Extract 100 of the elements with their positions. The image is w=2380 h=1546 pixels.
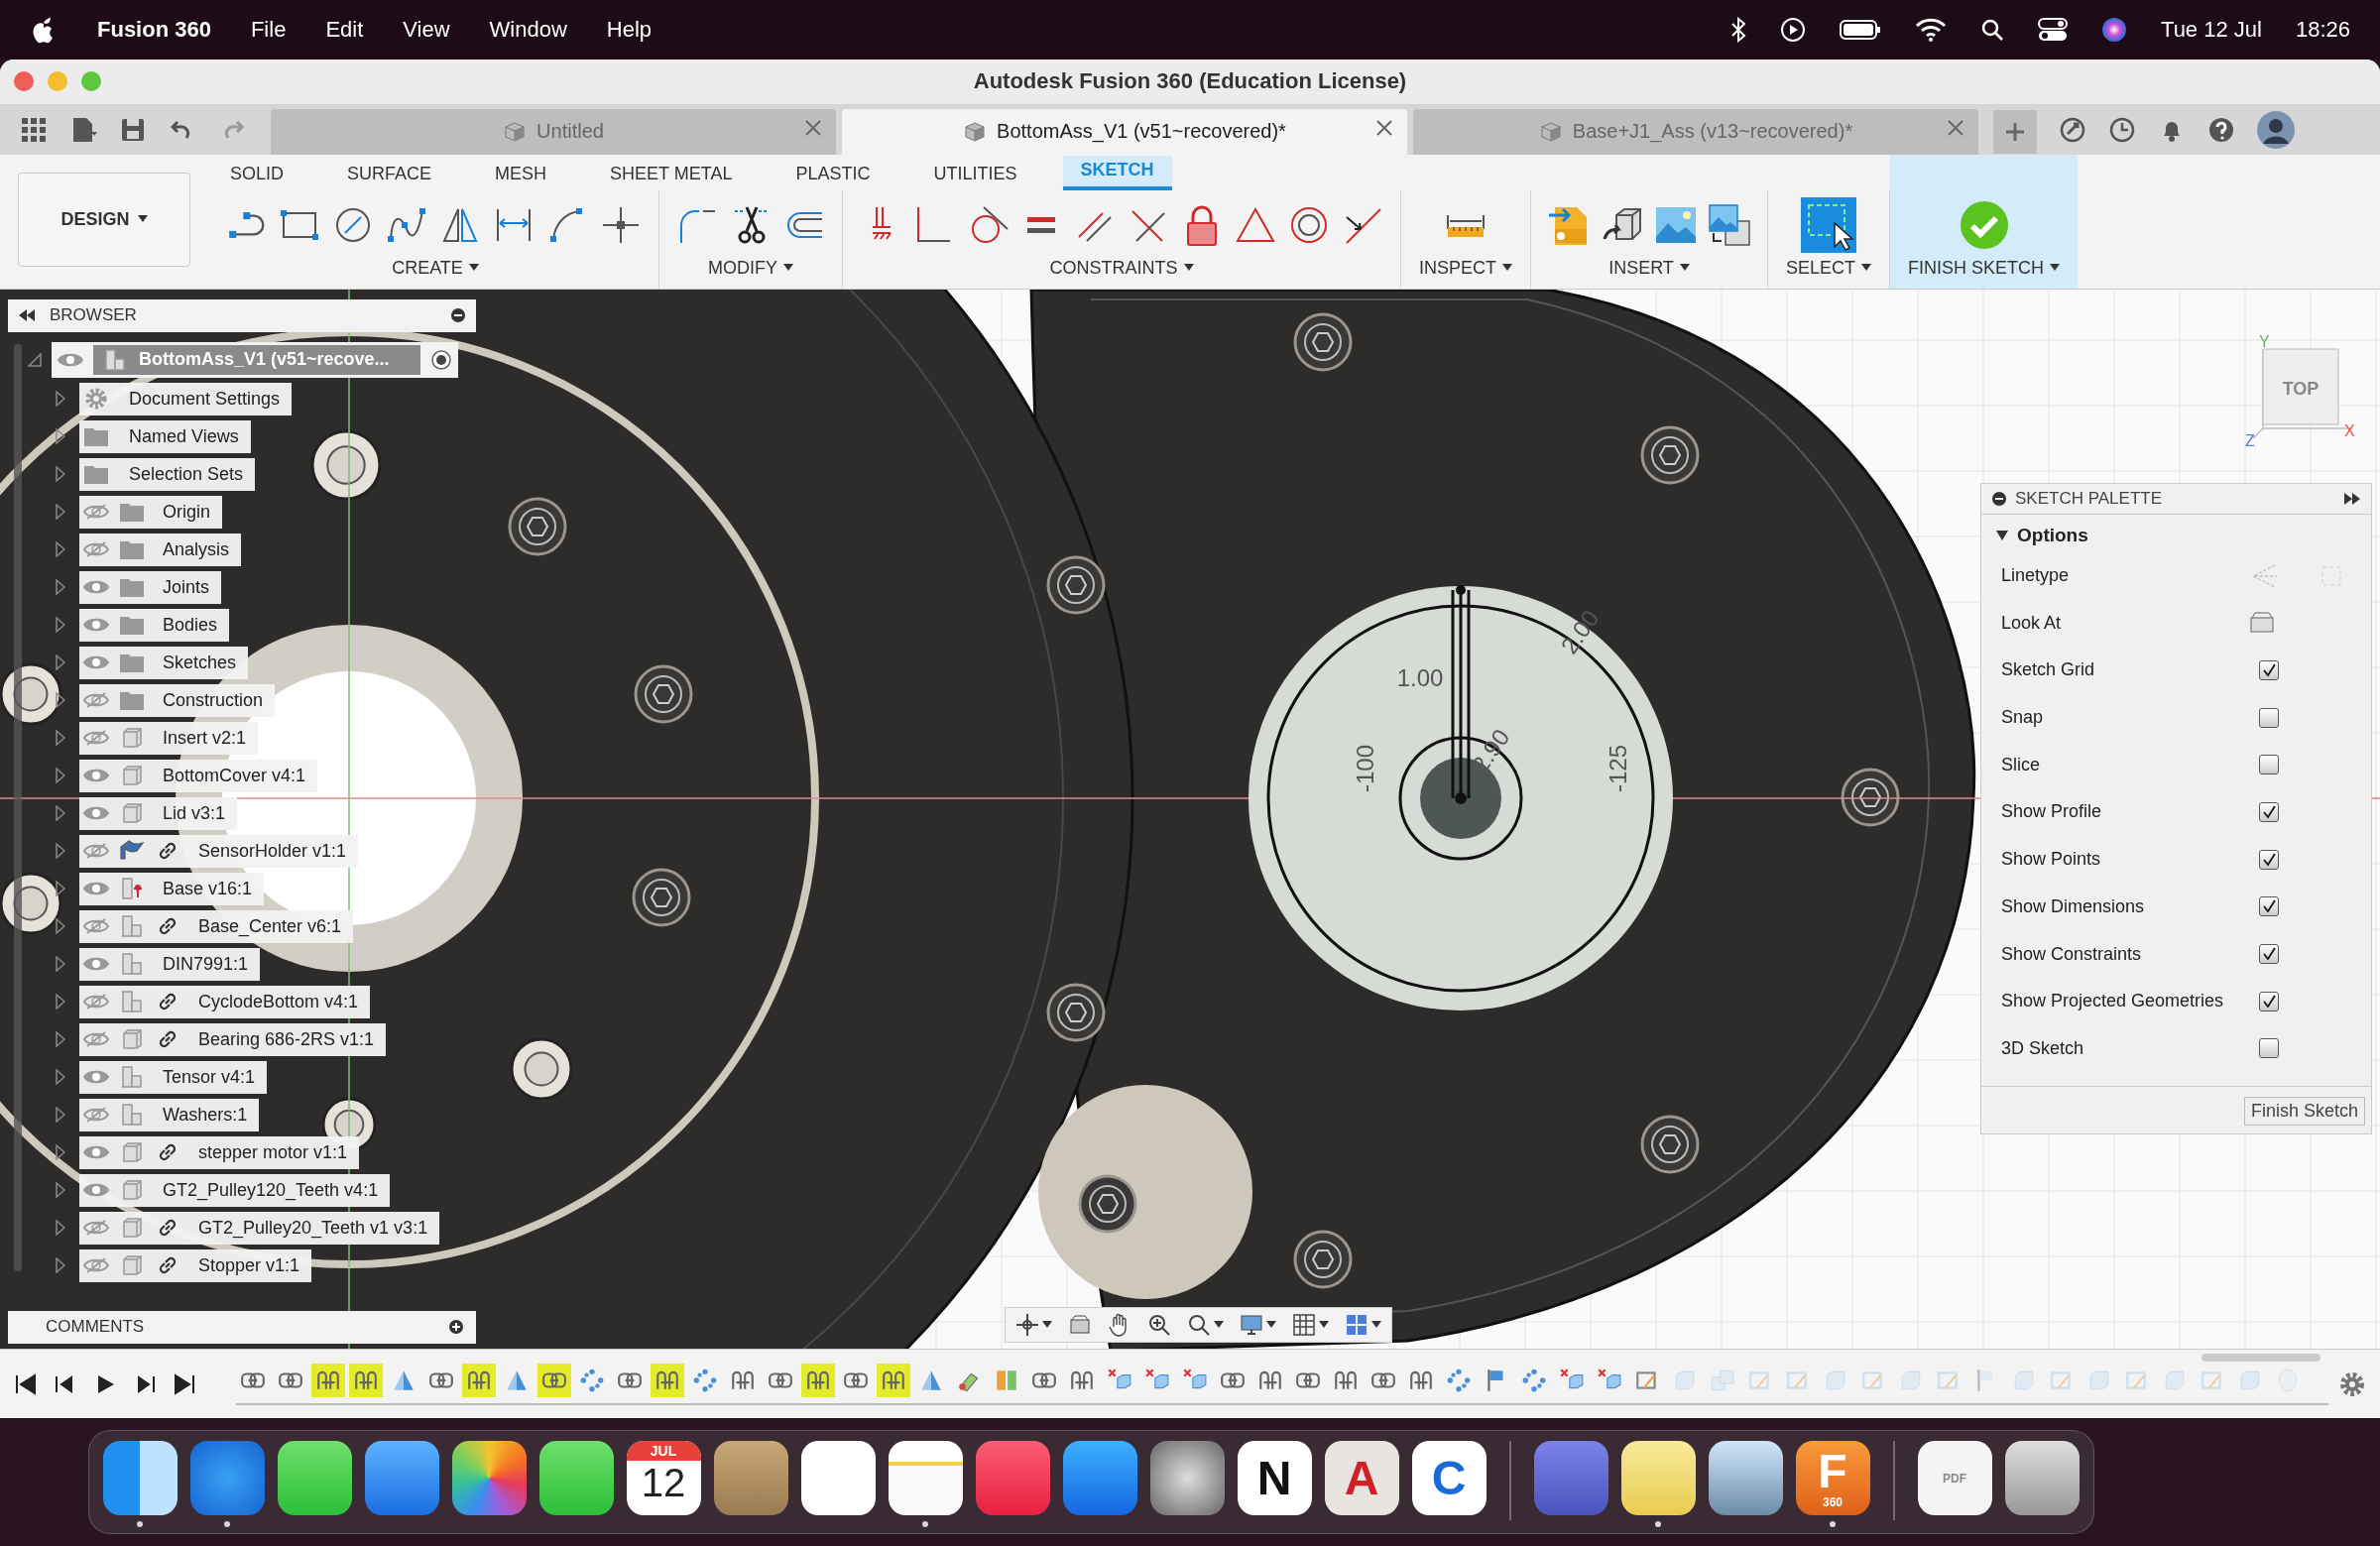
menu-item[interactable]: Edit <box>325 17 364 43</box>
node-label: SensorHolder v1:1 <box>197 840 347 862</box>
option-label: 3D Sketch <box>2001 1037 2085 1059</box>
browser-node[interactable]: Origin <box>79 495 222 529</box>
browser-node[interactable]: GT2_Pulley20_Teeth v1 v3:1 <box>79 1211 440 1245</box>
node-label: Named Views <box>128 425 239 447</box>
ribbon-tab[interactable]: UTILITIES <box>915 159 1035 190</box>
node-label: Analysis <box>162 538 230 560</box>
menu-item[interactable]: View <box>403 17 450 43</box>
calendar-month: JUL <box>626 1441 701 1461</box>
browser-node[interactable]: Sketches <box>79 646 249 679</box>
app-logo-letter: C <box>1431 1454 1467 1502</box>
browser-node[interactable]: Named Views <box>79 419 251 453</box>
ribbon-tab[interactable]: SHEET METAL <box>592 159 751 190</box>
browser-node[interactable]: Analysis <box>79 533 242 566</box>
browser-node[interactable]: Base_Center v6:1 <box>79 909 354 943</box>
dock-app-icon[interactable]: C <box>1411 1441 1487 1515</box>
dock-app-icon[interactable]: A <box>1324 1441 1399 1515</box>
node-label: Construction <box>162 689 264 711</box>
options-section-toggle[interactable]: Options <box>1981 514 2371 552</box>
browser-node[interactable]: GT2_Pulley120_Teeth v4:1 <box>79 1173 391 1207</box>
node-label: GT2_Pulley120_Teeth v4:1 <box>162 1179 379 1201</box>
browser-node[interactable]: CyclodeBottom v4:1 <box>79 985 371 1018</box>
ribbon-tab[interactable]: SURFACE <box>329 159 450 190</box>
browser-node[interactable]: Stopper v1:1 <box>79 1249 312 1282</box>
menu-item[interactable]: Help <box>606 17 653 43</box>
ribbon-group-menu[interactable]: CREATE <box>388 255 483 281</box>
browser-node[interactable]: BottomCover v4:1 <box>79 759 318 792</box>
node-label: Lid v3:1 <box>162 802 226 824</box>
browser-node[interactable]: Tensor v4:1 <box>79 1060 268 1094</box>
menu-item[interactable]: Window <box>489 17 567 43</box>
app-logo-letter: F <box>1818 1447 1847 1495</box>
menu-bar-clock: 18:26 <box>2295 17 2350 43</box>
ribbon-tab[interactable]: PLASTIC <box>777 159 889 190</box>
comments-panel-header[interactable]: COMMENTS <box>8 1310 476 1344</box>
option-label: Sketch Grid <box>2001 659 2096 681</box>
node-label: Document Settings <box>128 388 281 410</box>
ribbon-group-menu[interactable]: MODIFY <box>704 255 797 281</box>
calendar-day: 12 <box>641 1461 686 1504</box>
browser-node[interactable]: Lid v3:1 <box>79 796 238 830</box>
option-label: Look At <box>2001 612 2063 634</box>
finish-sketch-button[interactable]: Finish Sketch <box>2243 1097 2365 1127</box>
node-label: Bearing 686-2RS v1:1 <box>197 1028 375 1050</box>
browser-node[interactable]: Bearing 686-2RS v1:1 <box>79 1022 387 1056</box>
ribbon-tab[interactable]: MESH <box>477 159 565 190</box>
browser-node[interactable]: Construction <box>79 683 276 717</box>
window-title: Autodesk Fusion 360 (Education License) <box>973 68 1407 94</box>
ribbon-group-menu[interactable]: CONSTRAINTS <box>1045 255 1198 281</box>
node-label: Joints <box>162 576 210 598</box>
node-label: Stopper v1:1 <box>197 1254 300 1276</box>
option-label: Show Constraints <box>2001 943 2143 965</box>
browser-node[interactable]: Joints <box>79 570 222 604</box>
node-label: Tensor v4:1 <box>162 1066 256 1088</box>
browser-node[interactable]: Bodies <box>79 608 230 642</box>
browser-node[interactable]: stepper motor v1:1 <box>79 1135 360 1169</box>
browser-node[interactable]: SensorHolder v1:1 <box>79 834 359 868</box>
grid-scale-label: -100 <box>1352 744 1378 792</box>
node-label: Insert v2:1 <box>162 727 247 749</box>
dock-app-icon[interactable]: JUL 12 <box>626 1441 701 1515</box>
node-label: Base_Center v6:1 <box>197 915 342 937</box>
axis-label: Y <box>2259 332 2270 350</box>
node-label: Origin <box>162 501 210 523</box>
grid-scale-label: -125 <box>1605 744 1631 792</box>
node-label: DIN7991:1 <box>162 953 249 975</box>
browser-node[interactable]: Base v16:1 <box>79 872 265 905</box>
app-logo-letter: A <box>1344 1454 1379 1502</box>
node-label: BottomCover v4:1 <box>162 765 306 786</box>
axis-label: Z <box>2245 431 2255 449</box>
node-label: GT2_Pulley20_Teeth v1 v3:1 <box>197 1217 428 1239</box>
option-label: Linetype <box>2001 565 2071 586</box>
ribbon-group-menu[interactable]: FINISH SKETCH <box>1904 255 2065 281</box>
document-tab[interactable]: BottomAss_V1 (v51~recovered)* <box>842 108 1407 155</box>
node-label: Washers:1 <box>162 1104 248 1126</box>
node-label: Selection Sets <box>128 463 244 485</box>
browser-node[interactable]: Insert v2:1 <box>79 721 259 755</box>
option-label: Snap <box>2001 707 2045 729</box>
ribbon-group-menu[interactable]: INSPECT <box>1415 255 1516 281</box>
node-label: Sketches <box>162 652 237 673</box>
browser-node[interactable]: Washers:1 <box>79 1098 260 1131</box>
axis-label: X <box>2344 421 2355 439</box>
app-name-menu[interactable]: Fusion 360 <box>97 17 211 43</box>
node-label: Bodies <box>162 614 218 636</box>
ribbon-tab[interactable]: SOLID <box>212 159 302 190</box>
panel-title: BROWSER <box>50 305 138 326</box>
browser-node[interactable]: Document Settings <box>79 382 293 416</box>
menu-item[interactable]: File <box>250 17 287 43</box>
dimension-label: 1.00 <box>1396 663 1444 691</box>
node-label: BottomAss_V1 (v51~recove... <box>139 349 390 371</box>
ribbon-group-menu[interactable]: INSERT <box>1605 255 1694 281</box>
node-label: CyclodeBottom v4:1 <box>197 991 359 1012</box>
menu-bar-date: Tue 12 Jul <box>2161 17 2262 43</box>
node-label: stepper motor v1:1 <box>197 1141 348 1163</box>
ribbon-group-menu[interactable]: SELECT <box>1782 255 1876 281</box>
workspace-menu[interactable]: DESIGN <box>18 172 190 267</box>
option-label: Slice <box>2001 754 2041 775</box>
option-label: Show Dimensions <box>2001 895 2146 917</box>
dock-app-icon[interactable]: N <box>1237 1441 1312 1515</box>
option-label: Show Projected Geometries <box>2001 991 2225 1012</box>
browser-node[interactable]: Selection Sets <box>79 457 256 491</box>
browser-node[interactable]: DIN7991:1 <box>79 947 261 981</box>
